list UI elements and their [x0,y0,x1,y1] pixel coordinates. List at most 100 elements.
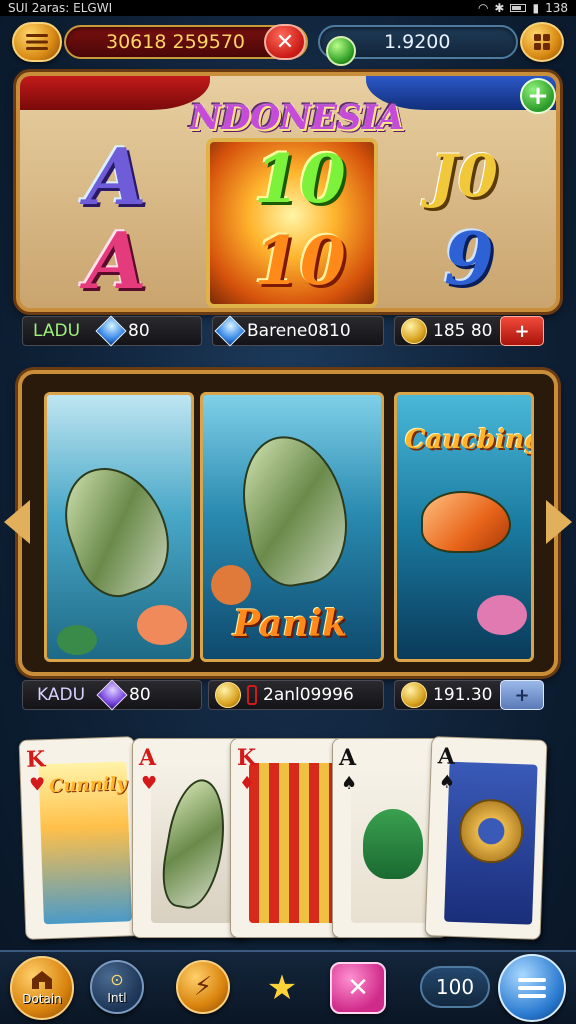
stats-2-coins-box: 191.30 [394,680,504,710]
coin-icon [401,682,427,708]
card-rank: K [237,745,257,771]
arrow-left-button[interactable] [4,500,30,544]
top-slot-panel: NDONESIA A A 10 10 J0 9 [16,72,560,312]
seaweed-decoration [57,625,97,655]
coin-icon [215,682,241,708]
x-icon: ✕ [347,973,369,1003]
card-5[interactable]: A ♠ [424,736,548,940]
stats-1-name-box: Barene0810 [212,315,384,347]
orange-fish-illustration [421,491,511,553]
coral-decoration [137,605,187,645]
count-value: 100 [435,975,475,999]
blue-gem-icon [95,315,127,347]
fish-illustration [232,427,358,593]
purple-gem-icon [96,679,128,711]
symbol-center-top: 10 [254,140,346,218]
card-suit: ♦ [239,773,256,794]
balance-red-value: 30618 259570 [106,31,246,53]
list-icon [518,978,546,998]
green-hat-creature [363,809,423,879]
info-label: Intl [107,990,127,1005]
middle-slot-panel: Panik Caucbing [18,370,558,676]
plus-icon: + [514,684,530,706]
card-icon [247,685,257,705]
stats-2-name: 2anl09996 [263,685,354,705]
stats-1-label: LADU [33,321,81,341]
card-suit: ♠ [341,773,358,794]
fish-illustration [49,452,185,608]
x-button[interactable]: ✕ [330,962,386,1014]
status-bar: SUI 2aras: ELGWI ◠ ✱ ▮ 138 [0,0,576,16]
red-curtain [20,76,210,110]
stats-2-coins: 191.30 [433,685,493,705]
plus-icon: + [514,320,530,342]
card-hand: K ♥ Cunnily A ♥ K ♦ A ♠ A ♠ [18,726,558,948]
bottom-bar: Dotain ⊙ Intl ⚡ ★ ✕ 100 [0,950,576,1024]
card-suit: ♥ [141,773,158,794]
stats-1-name: Barene0810 [247,321,351,341]
plus-icon: + [527,81,549,111]
blue-gem-icon [214,315,246,347]
grid-menu-button[interactable] [520,22,564,62]
home-label: Dotain [22,992,62,1006]
info-icon: ⊙ [110,969,124,989]
coin-icon [401,318,427,344]
card-rank: A [139,745,157,771]
wifi-icon: ◠ [477,1,489,15]
stats-1-add-button[interactable]: + [500,316,544,346]
card-suit: ♠ [438,771,456,793]
home-icon [32,971,52,989]
stats-2-name-box: 2anl09996 [208,680,384,710]
grid-icon [534,34,550,50]
status-right: ◠ ✱ ▮ 138 [478,1,568,15]
coral-decoration [211,565,251,605]
reel-center: Panik [200,392,384,662]
menu-icon [26,34,48,50]
card-3[interactable]: K ♦ [230,738,346,938]
reel-word-panik: Panik [233,603,348,645]
battery-icon [510,4,527,12]
list-menu-button[interactable] [498,954,566,1022]
card-suit: ♥ [28,774,46,796]
lightning-icon: ⚡ [193,972,213,1002]
symbol-center-bottom: 10 [254,222,346,300]
stats-2-add-button[interactable]: + [500,680,544,710]
stats-2-label: KADU [37,685,86,705]
status-left-text: SUI 2aras: ELGWI [8,1,113,15]
reel-left [44,392,194,662]
star-button[interactable]: ★ [260,966,304,1010]
close-button[interactable]: ✕ [264,24,306,60]
top-bar: 30618 259570 ✕ 1.9200 [0,16,576,68]
green-gem-icon [326,36,356,66]
add-button[interactable]: + [520,78,556,114]
home-button[interactable]: Dotain [10,956,74,1020]
card-rank: K [25,746,46,773]
lightning-button[interactable]: ⚡ [176,960,230,1014]
arrow-right-button[interactable] [546,500,572,544]
stats-1-coins: 185 80 [433,321,493,341]
star-icon: ★ [266,968,298,1008]
card-art [249,763,337,923]
symbol-right-top: J0 [430,142,498,210]
stats-1-left-box: LADU 80 [22,315,202,347]
info-button[interactable]: ⊙ Intl [90,960,144,1014]
balance-blue-value: 1.9200 [384,31,451,53]
status-right-text: 138 [545,1,568,15]
card-1[interactable]: K ♥ Cunnily [18,736,142,940]
stats-row-2: KADU 80 2anl09996 191.30 + [22,679,556,712]
card-rank: A [339,745,357,771]
stats-row-1: LADU 80 Barene0810 185 80 + [22,315,556,348]
card-art-text: Cunnily [48,773,128,798]
menu-button[interactable] [12,22,62,62]
count-pill: 100 [420,966,490,1008]
close-icon: ✕ [275,29,295,55]
signal-icon: ▮ [532,1,540,15]
coral-decoration [477,595,527,635]
stats-2-left-box: KADU 80 [22,679,202,711]
reel-right: Caucbing [394,392,534,662]
game-title: NDONESIA [190,98,405,138]
stats-1-coins-box: 185 80 [394,316,504,346]
card-rank: A [437,743,456,770]
symbol-left-bottom: A [86,216,147,307]
symbol-right-bottom: 9 [444,216,495,301]
